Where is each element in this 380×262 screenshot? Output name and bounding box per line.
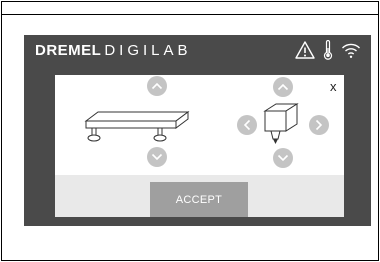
chevron-up-icon [151, 82, 163, 90]
build-plate-illustration [84, 111, 190, 142]
brand-name: DREMEL [35, 42, 102, 59]
header-rule [1, 14, 379, 15]
warning-icon[interactable] [295, 41, 315, 59]
chevron-down-icon [151, 153, 163, 161]
extruder-up-button[interactable] [273, 77, 293, 97]
extruder-left-button[interactable] [237, 115, 257, 135]
dialog-footer: ACCEPT [55, 175, 344, 217]
extruder-right-button[interactable] [309, 115, 329, 135]
thermometer-icon[interactable] [323, 40, 333, 60]
chevron-left-icon [243, 119, 251, 131]
leveling-dialog: x ACCEPT [55, 75, 344, 217]
extruder-illustration [263, 103, 299, 144]
status-bar [295, 40, 361, 60]
extruder-down-button[interactable] [273, 148, 293, 168]
printer-touchscreen: DREMEL DIGILAB x ACCEPT [24, 35, 371, 226]
chevron-up-icon [277, 83, 289, 91]
brand-product: DIGILAB [104, 42, 192, 59]
close-button[interactable]: x [330, 79, 337, 94]
bed-up-button[interactable] [147, 76, 167, 96]
accept-button[interactable]: ACCEPT [150, 182, 248, 217]
wifi-icon[interactable] [341, 41, 361, 59]
chevron-down-icon [277, 154, 289, 162]
chevron-right-icon [315, 119, 323, 131]
bed-down-button[interactable] [147, 147, 167, 167]
brand-logo: DREMEL DIGILAB [35, 42, 192, 59]
